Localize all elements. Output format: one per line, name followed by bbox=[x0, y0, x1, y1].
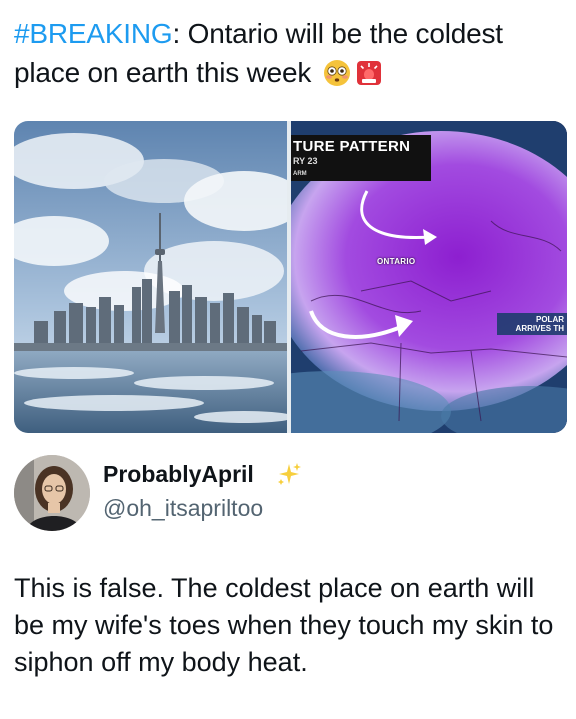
post-headline: #BREAKING: Ontario will be the coldest p… bbox=[14, 14, 564, 97]
flushed-face-emoji-icon bbox=[323, 58, 351, 97]
map-region-label: ONTARIO bbox=[377, 257, 416, 266]
map-callout-line1: POLAR bbox=[536, 315, 564, 324]
map-title: TURE PATTERN bbox=[293, 138, 411, 155]
map-subtitle: RY 23 bbox=[293, 156, 318, 166]
avatar[interactable] bbox=[14, 455, 90, 531]
sparkles-icon bbox=[276, 461, 302, 492]
post-media[interactable]: TURE PATTERN RY 23 ARM ONTARIO POLAR ARR… bbox=[14, 121, 567, 433]
toronto-skyline-photo[interactable] bbox=[14, 121, 287, 433]
map-callout: POLAR ARRIVES TH bbox=[497, 313, 567, 335]
map-legend-label: ARM bbox=[293, 171, 307, 177]
map-header: TURE PATTERN RY 23 ARM bbox=[291, 135, 431, 181]
map-callout-line2: ARRIVES TH bbox=[515, 324, 564, 333]
author-handle[interactable]: @oh_itsapriltoo bbox=[103, 495, 263, 522]
weather-map-image[interactable]: TURE PATTERN RY 23 ARM ONTARIO POLAR ARR… bbox=[291, 121, 567, 433]
police-light-emoji-icon bbox=[355, 58, 383, 97]
hashtag-link[interactable]: #BREAKING bbox=[14, 18, 173, 49]
reply-author: ProbablyApril @oh_itsapriltoo bbox=[14, 455, 564, 535]
reply-text: This is false. The coldest place on eart… bbox=[14, 573, 554, 677]
author-display-name[interactable]: ProbablyApril bbox=[103, 461, 254, 488]
